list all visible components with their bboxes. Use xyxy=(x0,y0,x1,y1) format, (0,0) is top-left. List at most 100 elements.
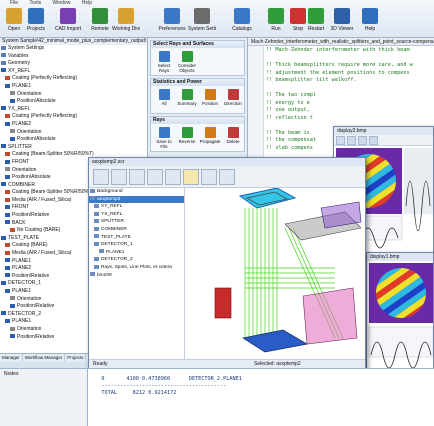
projects-button[interactable]: Projects xyxy=(22,8,50,36)
3d-canvas[interactable] xyxy=(185,187,365,360)
copy-icon[interactable] xyxy=(147,169,163,185)
3d-viewer-window[interactable]: asxptemp2.scr Background asxptemp2 XY_REFL… xyxy=(88,157,366,369)
editor-tab[interactable]: Mach-Zehnder_interferometer_with_realist… xyxy=(248,38,434,46)
command-button[interactable]: Select Rays xyxy=(153,51,175,73)
print-icon[interactable] xyxy=(369,136,378,145)
working-directory-button[interactable]: Working Directory xyxy=(112,8,140,36)
tab-workflow-manager[interactable]: Workflow Manager xyxy=(23,354,66,361)
catalogs-button[interactable]: Catalogs xyxy=(228,8,256,36)
print-icon[interactable] xyxy=(129,169,145,185)
tree-item[interactable]: PLANE1 xyxy=(0,83,147,91)
command-button[interactable]: Reverse xyxy=(176,127,198,144)
tree-item[interactable]: Coating (Perfectly Reflecting) xyxy=(0,113,147,121)
interference-plot-2 xyxy=(367,258,433,369)
menu-file[interactable]: File xyxy=(10,0,18,6)
viewer-tree-item[interactable]: Rays, Spots, Line Plots, et cetera xyxy=(89,264,184,272)
remote-button[interactable]: Remote xyxy=(86,8,114,36)
measure-icon[interactable] xyxy=(183,169,199,185)
command-button[interactable]: Consider Objects xyxy=(176,51,198,73)
tree-item[interactable]: Coating (Perfectly Reflecting) xyxy=(0,75,147,83)
command-button[interactable]: Delete xyxy=(222,127,244,144)
tree-node-icon xyxy=(5,189,10,194)
viewer-node-icon xyxy=(94,241,99,246)
viewer-tree-item[interactable]: Background xyxy=(89,188,184,196)
menu-help[interactable]: Help xyxy=(82,0,92,6)
tree-item[interactable]: SPLITTER xyxy=(0,144,147,152)
command-button[interactable]: Position xyxy=(199,89,221,106)
code-line: !! one output, xyxy=(266,107,310,113)
viewer-tree-item[interactable]: DETECTOR_2 xyxy=(89,256,184,264)
command-icon xyxy=(181,127,193,138)
restart-button[interactable]: Restart xyxy=(302,8,330,36)
tree-item[interactable]: Variables xyxy=(0,53,147,61)
command-button-label: Propagate xyxy=(199,139,221,144)
preferences-button[interactable]: Preferences xyxy=(158,8,186,36)
open-icon[interactable] xyxy=(93,169,109,185)
tree-node-icon xyxy=(5,319,10,324)
command-button[interactable]: All xyxy=(153,89,175,106)
zoom-icon[interactable] xyxy=(336,136,345,145)
tree-item-label: Coating (BARE) xyxy=(12,242,48,249)
3d-viewer-button[interactable]: 3D Viewer xyxy=(328,8,356,36)
output-line: ---------------------------------------- xyxy=(92,383,227,389)
tree-item[interactable]: System Settings xyxy=(0,45,147,53)
tree-node-icon xyxy=(5,197,10,202)
menu-window[interactable]: Window xyxy=(53,0,71,6)
copy-icon[interactable] xyxy=(358,136,367,145)
rotate-icon[interactable] xyxy=(201,169,217,185)
viewer-tree-item[interactable]: DETECTOR_1 xyxy=(89,241,184,249)
tree-item[interactable]: Position/Absolute xyxy=(0,136,147,144)
save-icon[interactable] xyxy=(111,169,127,185)
help-button[interactable]: Help xyxy=(356,8,384,36)
tree-item-label: Media (AIR / Fused_Silica) xyxy=(12,250,72,257)
tree-node-icon xyxy=(5,265,10,270)
tree-item[interactable]: PLANE2 xyxy=(0,121,147,129)
command-button[interactable]: Propagate xyxy=(199,127,221,144)
output-line: TOTAL 8212 0.9214172 xyxy=(92,390,177,396)
tree-item-label: Position/Relative xyxy=(17,303,55,310)
tree-node-icon xyxy=(5,121,10,126)
command-button[interactable]: Summary xyxy=(176,89,198,106)
viewer-tree-item[interactable]: COMBINER xyxy=(89,226,184,234)
tree-node-icon xyxy=(5,167,10,172)
tree-item[interactable]: XY_REFL xyxy=(0,68,147,76)
help-icon xyxy=(362,8,378,24)
viewer-tree-item[interactable]: TEST_PLATE xyxy=(89,234,184,242)
tab-manager[interactable]: Manager xyxy=(0,354,23,361)
tree-item[interactable]: Orientation xyxy=(0,129,147,137)
tree-item-label: No Coating (BARE) xyxy=(17,227,61,234)
plot-window-display1[interactable]: display1.bmp xyxy=(366,252,434,370)
menu-tools[interactable]: Tools xyxy=(29,0,41,6)
tree-item[interactable]: Geometry xyxy=(0,60,147,68)
pan-icon[interactable] xyxy=(347,136,356,145)
viewer-tree-item[interactable]: bm209 xyxy=(89,272,184,280)
viewer-tree-label: asxptemp2 xyxy=(97,196,121,202)
tree-node-icon xyxy=(5,220,10,225)
viewer-title: asxptemp2.scr xyxy=(89,158,365,166)
zoom-icon[interactable] xyxy=(219,169,235,185)
viewer-tree-label: PLANE1 xyxy=(106,249,125,255)
tree-node-icon xyxy=(1,45,6,50)
viewer-tree-item[interactable]: asxptemp2 xyxy=(89,195,184,204)
tab-projects[interactable]: Projects xyxy=(65,354,87,361)
cad-import-button[interactable]: CAD Import xyxy=(54,8,82,36)
tree-item[interactable]: Orientation xyxy=(0,91,147,99)
tree-node-icon xyxy=(5,83,10,88)
ribbon-button-label: Working Directory xyxy=(112,26,140,32)
tree-item[interactable]: YX_REFL xyxy=(0,106,147,114)
working-directory-icon xyxy=(118,8,134,24)
command-button[interactable]: Save to File xyxy=(153,127,175,149)
render-icon[interactable] xyxy=(165,169,181,185)
tree-item[interactable]: Position/Absolute xyxy=(0,98,147,106)
output-window[interactable]: 0 4100 0.4738960 DETECTOR_2.PLANE1 -----… xyxy=(88,368,434,426)
viewer-tree-item[interactable]: YX_REFL xyxy=(89,211,184,219)
viewer-tree-item[interactable]: SPLITTER xyxy=(89,218,184,226)
command-button[interactable]: Direction xyxy=(222,89,244,106)
system-settings-button[interactable]: System Settings xyxy=(188,8,216,36)
viewer-tree-item[interactable]: XY_REFL xyxy=(89,203,184,211)
viewer-tree-item[interactable]: PLANE1 xyxy=(89,249,184,257)
tree-item-label: Orientation xyxy=(17,295,42,302)
